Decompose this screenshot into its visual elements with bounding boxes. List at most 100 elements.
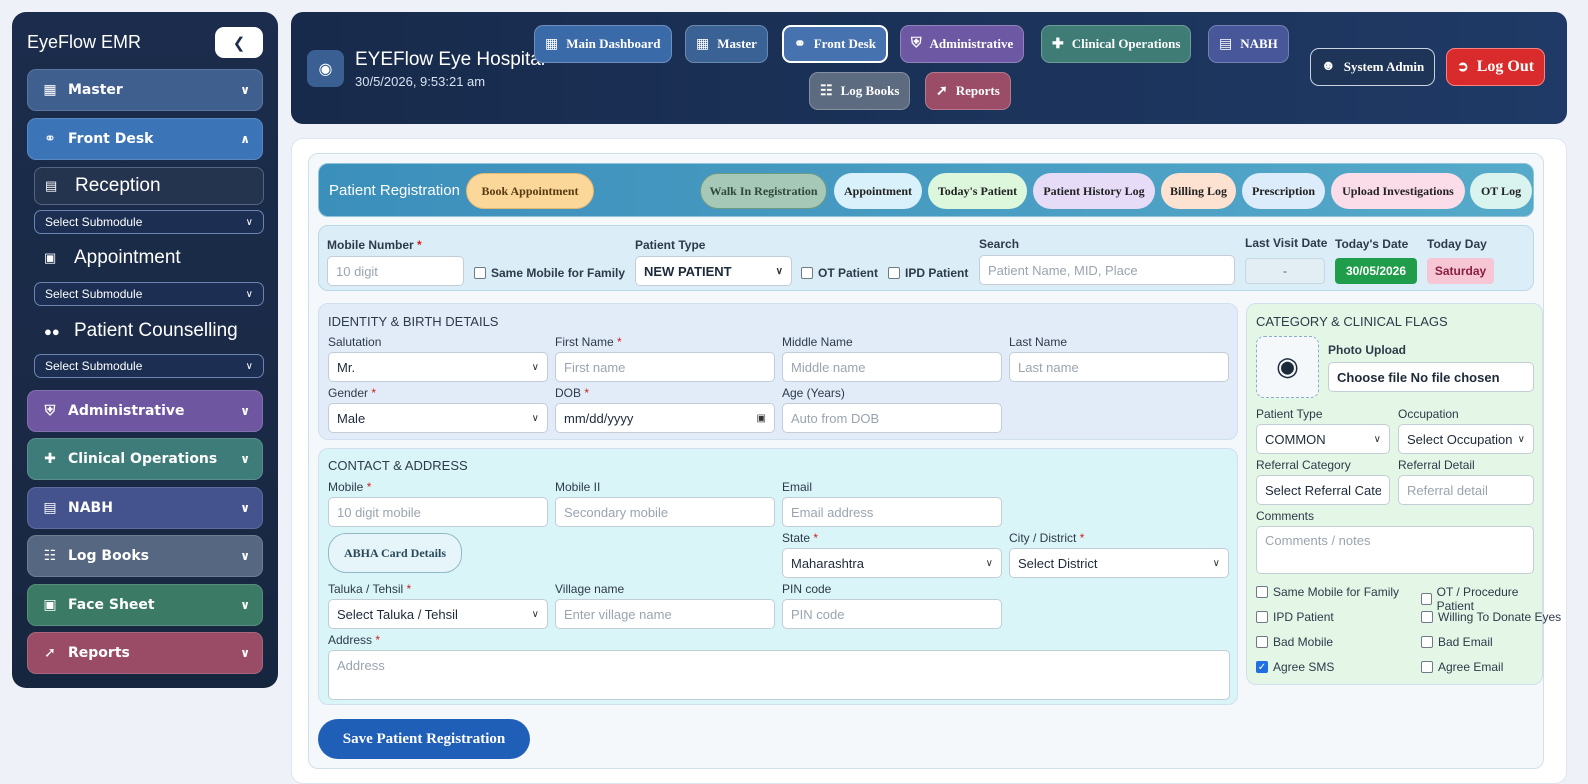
address-textarea[interactable]: Address (328, 650, 1230, 700)
nav-log-books[interactable]: ☷ Log Books (809, 72, 911, 110)
mobile-input[interactable]: 10 digit mobile (328, 497, 548, 527)
age-input[interactable]: Auto from DOB (782, 403, 1002, 433)
calendar-icon[interactable]: ▣ (757, 413, 766, 424)
sidebar-collapse-button[interactable]: ❮ (215, 27, 263, 58)
comments-textarea[interactable]: Comments / notes (1256, 526, 1534, 574)
tab-todays-patient[interactable]: Today's Patient (928, 173, 1027, 209)
occupation-select[interactable]: Select Occupation ∨ (1398, 424, 1534, 454)
village-input[interactable]: Enter village name (555, 599, 775, 629)
counselling-submodule-select[interactable]: Select Submodule ∨ (34, 354, 264, 378)
checkbox-box (1421, 611, 1433, 623)
flag-ot-procedure-checkbox[interactable]: OT / Procedure Patient (1421, 585, 1542, 613)
dob-input[interactable]: mm/dd/yyyy ▣ (555, 403, 775, 433)
chevron-up-icon: ∧ (240, 132, 250, 146)
nav-master[interactable]: ▦ Master (685, 25, 768, 63)
reception-submodule-select[interactable]: Select Submodule ∨ (34, 210, 264, 234)
checkbox-label: Agree Email (1438, 660, 1504, 674)
tab-upload-investigations[interactable]: Upload Investigations (1331, 173, 1465, 209)
last-name-input[interactable]: Last name (1009, 352, 1229, 382)
book-appointment-button[interactable]: Book Appointment (466, 173, 594, 209)
nav-reports[interactable]: ➚ Reports (925, 72, 1011, 110)
salutation-select[interactable]: Mr. ∨ (328, 352, 548, 382)
checkbox-label: Same Mobile for Family (491, 266, 626, 280)
calendar-icon: ▣ (44, 250, 57, 265)
pin-input[interactable]: PIN code (782, 599, 1002, 629)
gender-select[interactable]: Male ∨ (328, 403, 548, 433)
mobile-number-input[interactable]: 10 digit (327, 256, 464, 286)
flag-agree-email-checkbox[interactable]: Agree Email (1421, 660, 1503, 674)
tab-patient-history-log[interactable]: Patient History Log (1033, 173, 1155, 209)
grid-plus-icon: ▦ (43, 82, 57, 98)
sidebar-item-master[interactable]: ▦ Master ∨ (27, 69, 263, 111)
tab-prescription[interactable]: Prescription (1242, 173, 1325, 209)
label-text: City / District (1009, 531, 1077, 545)
sidebar-item-administrative[interactable]: ⛨ Administrative ∨ (27, 390, 263, 432)
city-select[interactable]: Select District ∨ (1009, 548, 1229, 578)
user-menu-button[interactable]: ☻ System Admin (1310, 48, 1436, 86)
label-text: Mobile (328, 480, 364, 494)
nav-nabh[interactable]: ▤ NABH (1208, 25, 1289, 63)
patient-search-input[interactable]: Patient Name, MID, Place (979, 255, 1235, 285)
photo-file-input[interactable]: Choose file No file chosen (1328, 362, 1534, 392)
first-name-input[interactable]: First name (555, 352, 775, 382)
pin-label: PIN code (782, 582, 832, 596)
nav-label: Main Dashboard (566, 36, 661, 51)
flag-same-mobile-checkbox[interactable]: Same Mobile for Family (1256, 585, 1399, 599)
nav-front-desk[interactable]: ⚭ Front Desk (782, 25, 888, 63)
sidebar-item-front-desk[interactable]: ⚭ Front Desk ∧ (27, 118, 263, 160)
sidebar-item-log-books[interactable]: ☷ Log Books ∨ (27, 535, 263, 577)
required-mark: * (366, 480, 372, 494)
middle-name-input[interactable]: Middle name (782, 352, 1002, 382)
nav-clinical-operations[interactable]: ✚ Clinical Operations (1041, 25, 1192, 63)
flag-bad-email-checkbox[interactable]: Bad Email (1421, 635, 1493, 649)
ot-patient-checkbox[interactable]: OT Patient (801, 266, 878, 280)
appointment-submodule-select[interactable]: Select Submodule ∨ (34, 282, 264, 306)
nav-main-dashboard[interactable]: ▦ Main Dashboard (534, 25, 672, 63)
checkbox-label: Bad Mobile (1273, 635, 1334, 649)
tab-ot-log[interactable]: OT Log (1470, 173, 1532, 209)
camera-icon[interactable]: ◉ (1256, 336, 1319, 398)
admin-shield-icon: ⛨ (44, 403, 56, 419)
eye-icon: ◉ (307, 50, 344, 87)
chevron-down-icon: ∨ (240, 452, 250, 466)
email-input[interactable]: Email address (782, 497, 1002, 527)
flag-ipd-checkbox[interactable]: IPD Patient (1256, 610, 1334, 624)
patient-type-select[interactable]: NEW PATIENT ∨ (635, 256, 792, 286)
last-visit-label: Last Visit Date (1245, 236, 1328, 250)
flag-donate-eyes-checkbox[interactable]: Willing To Donate Eyes (1421, 610, 1561, 624)
sidebar-item-face-sheet[interactable]: ▣ Face Sheet ∨ (27, 584, 263, 626)
label-text: Mobile Number (327, 238, 414, 252)
checkbox-box (1421, 636, 1433, 648)
sidebar-item-reports[interactable]: ➚ Reports ∨ (27, 632, 263, 674)
tab-billing-log[interactable]: Billing Log (1161, 173, 1236, 209)
chevron-down-icon: ∨ (985, 557, 993, 569)
referral-detail-input[interactable]: Referral detail (1398, 475, 1534, 505)
submodule-patient-counselling[interactable]: ●● Patient Counselling (34, 312, 264, 350)
chevron-left-icon: ❮ (232, 34, 246, 52)
ipd-patient-checkbox[interactable]: IPD Patient (888, 266, 968, 280)
headset-icon: ⚭ (794, 36, 806, 52)
address-label: Address * (328, 633, 380, 647)
tab-walk-in-registration[interactable]: Walk In Registration (700, 173, 827, 209)
select-value: Select Submodule (45, 359, 143, 373)
logout-button[interactable]: ➲ Log Out (1446, 48, 1546, 86)
taluka-select[interactable]: Select Taluka / Tehsil ∨ (328, 599, 548, 629)
save-registration-button[interactable]: Save Patient Registration (318, 719, 530, 759)
sidebar-item-label: NABH (68, 500, 113, 516)
flag-agree-sms-checkbox[interactable]: ✓ Agree SMS (1256, 660, 1334, 674)
state-select[interactable]: Maharashtra ∨ (782, 548, 1002, 578)
mobile2-input[interactable]: Secondary mobile (555, 497, 775, 527)
same-mobile-checkbox[interactable]: Same Mobile for Family (474, 266, 625, 280)
tab-appointment[interactable]: Appointment (834, 173, 922, 209)
nav-administrative[interactable]: ⛨ Administrative (900, 25, 1025, 63)
sidebar-item-label: Face Sheet (68, 597, 155, 613)
sidebar-item-clinical-operations[interactable]: ✚ Clinical Operations ∨ (27, 438, 263, 480)
referral-category-select[interactable]: Select Referral Category (1256, 475, 1390, 505)
submodule-reception[interactable]: ▤ Reception (34, 167, 264, 205)
medkit-icon: ✚ (1052, 36, 1064, 52)
category-patient-type-select[interactable]: COMMON ∨ (1256, 424, 1390, 454)
flag-bad-mobile-checkbox[interactable]: Bad Mobile (1256, 635, 1333, 649)
submodule-appointment[interactable]: ▣ Appointment (34, 239, 264, 277)
sidebar-item-nabh[interactable]: ▤ NABH ∨ (27, 487, 263, 529)
abha-card-button[interactable]: ABHA Card Details (328, 533, 462, 573)
